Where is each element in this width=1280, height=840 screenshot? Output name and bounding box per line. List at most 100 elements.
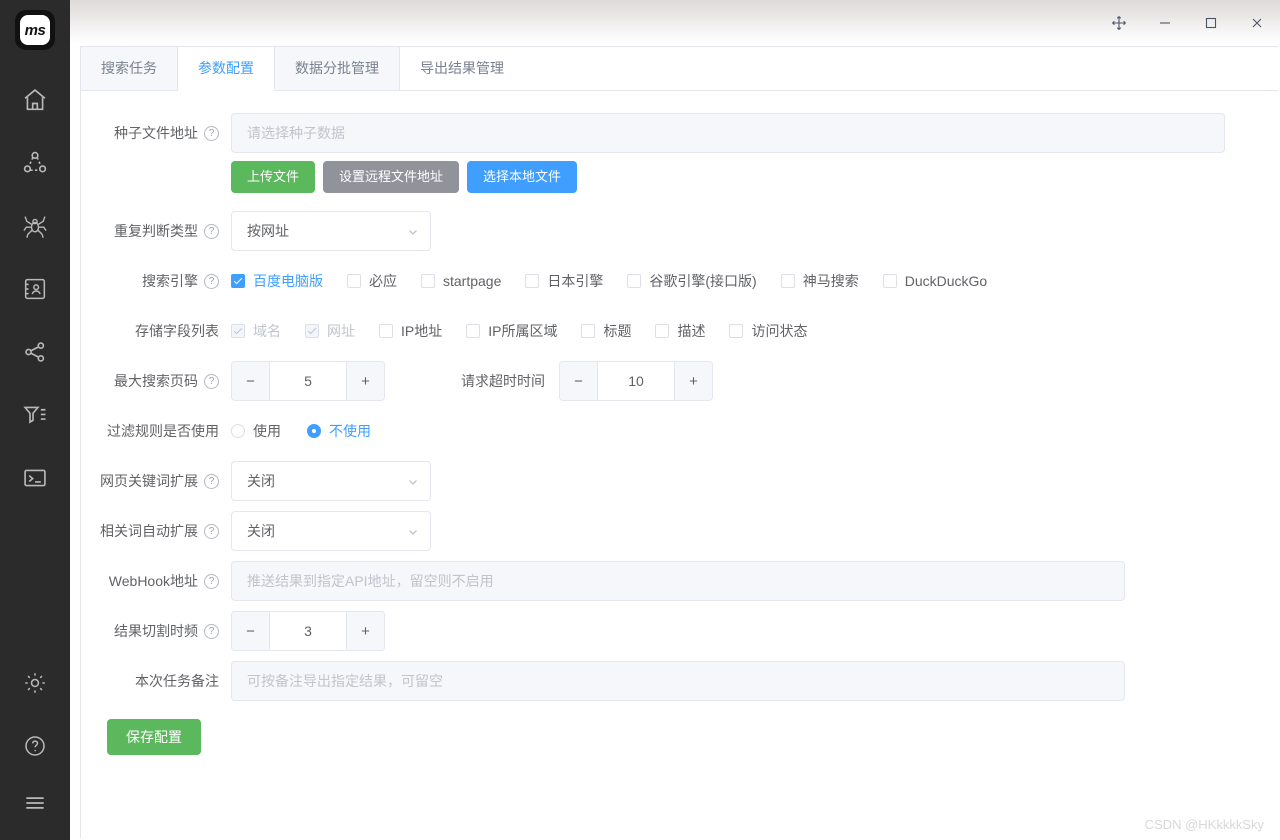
share-nodes-icon <box>21 149 49 177</box>
app-logo-text: ms <box>20 15 50 45</box>
tab-search-task[interactable]: 搜索任务 <box>81 47 178 91</box>
window-maximize-button[interactable] <box>1188 0 1234 45</box>
window-move-button[interactable] <box>1096 0 1142 45</box>
sidebar-item-contacts[interactable] <box>0 257 70 320</box>
max-page-stepper[interactable]: − 5 + <box>231 361 385 401</box>
contact-card-icon <box>21 275 49 303</box>
timeout-value[interactable]: 10 <box>598 362 674 400</box>
label-dedup-type: 重复判断类型 ? <box>81 211 231 251</box>
sidebar-item-share[interactable] <box>0 320 70 383</box>
help-icon-search-engines[interactable]: ? <box>204 273 219 289</box>
gear-icon <box>22 670 48 696</box>
checkbox-field-description[interactable]: 描述 <box>655 321 705 341</box>
checkbox-box <box>421 274 435 288</box>
window-titlebar <box>70 0 1280 45</box>
max-page-increment-button[interactable]: + <box>346 362 384 400</box>
label-filter-rule: 过滤规则是否使用 <box>107 423 219 439</box>
max-page-decrement-button[interactable]: − <box>232 362 270 400</box>
tab-param-config[interactable]: 参数配置 <box>178 47 275 91</box>
label-webhook: WebHook地址 ? <box>81 561 231 601</box>
sidebar-item-settings[interactable] <box>0 651 70 714</box>
timeout-stepper[interactable]: − 10 + <box>559 361 713 401</box>
timeout-decrement-button[interactable]: − <box>560 362 598 400</box>
checkbox-box <box>231 324 245 338</box>
sidebar-item-help[interactable] <box>0 714 70 777</box>
sidebar-item-terminal[interactable] <box>0 446 70 509</box>
form-row-dedup-type: 重复判断类型 ? 按网址 <box>81 211 1278 251</box>
spider-icon <box>21 212 49 240</box>
help-icon-seed-file[interactable]: ? <box>204 125 219 141</box>
seed-file-input[interactable]: 请选择种子数据 <box>231 113 1225 153</box>
sidebar-item-filter[interactable] <box>0 383 70 446</box>
filter-rule-radio-group: 使用 不使用 <box>231 411 1278 451</box>
radio-filter-disabled[interactable]: 不使用 <box>307 421 371 441</box>
checkbox-engine-japan[interactable]: 日本引擎 <box>525 271 603 291</box>
max-page-value[interactable]: 5 <box>270 362 346 400</box>
help-icon-webhook[interactable]: ? <box>204 573 219 589</box>
split-freq-increment-button[interactable]: + <box>346 612 384 650</box>
related-expand-select[interactable]: 关闭 <box>231 511 431 551</box>
checkbox-engine-google-api[interactable]: 谷歌引擎(接口版) <box>627 271 757 291</box>
checkbox-engine-shenma[interactable]: 神马搜索 <box>780 271 859 291</box>
label-max-page: 最大搜索页码 ? <box>81 361 231 401</box>
home-icon <box>21 86 49 114</box>
help-icon-related-expand[interactable]: ? <box>204 523 219 539</box>
upload-file-button[interactable]: 上传文件 <box>231 161 316 193</box>
related-expand-value: 关闭 <box>247 523 275 539</box>
split-freq-decrement-button[interactable]: − <box>232 612 270 650</box>
checkbox-box <box>780 274 795 288</box>
maximize-icon <box>1204 16 1218 30</box>
checkbox-box <box>305 324 319 338</box>
split-freq-stepper[interactable]: − 3 + <box>231 611 385 651</box>
label-related-expand: 相关词自动扩展 ? <box>81 511 231 551</box>
set-remote-file-button[interactable]: 设置远程文件地址 <box>323 161 460 193</box>
tab-export-management[interactable]: 导出结果管理 <box>400 47 524 91</box>
checkbox-field-title[interactable]: 标题 <box>581 321 631 341</box>
tab-batch-management[interactable]: 数据分批管理 <box>275 47 400 91</box>
checkbox-field-ip[interactable]: IP地址 <box>379 321 442 341</box>
dedup-type-select[interactable]: 按网址 <box>231 211 431 251</box>
checkbox-box <box>466 324 481 338</box>
radio-dot <box>307 424 321 438</box>
filter-icon <box>21 401 49 429</box>
form-row-webhook: WebHook地址 ? 推送结果到指定API地址，留空则不启用 <box>81 561 1278 601</box>
sidebar-item-menu[interactable] <box>0 777 70 840</box>
checkbox-box <box>655 324 670 338</box>
radio-filter-enabled[interactable]: 使用 <box>231 421 281 441</box>
help-icon-keyword-expand[interactable]: ? <box>204 473 219 489</box>
field-max-page: − 5 + 请求超时时间 − 10 + <box>231 361 1278 401</box>
left-sidebar: ms <box>0 0 70 840</box>
sidebar-item-home[interactable] <box>0 68 70 131</box>
help-icon-split-freq[interactable]: ? <box>204 623 219 639</box>
webhook-input[interactable]: 推送结果到指定API地址，留空则不启用 <box>231 561 1125 601</box>
field-dedup-type: 按网址 <box>231 211 1278 251</box>
split-freq-value[interactable]: 3 <box>270 612 346 650</box>
sidebar-item-nodes[interactable] <box>0 131 70 194</box>
sidebar-item-spider[interactable] <box>0 194 70 257</box>
window-minimize-button[interactable] <box>1142 0 1188 45</box>
checkbox-engine-startpage[interactable]: startpage <box>421 273 501 289</box>
save-config-button[interactable]: 保存配置 <box>107 719 201 755</box>
timeout-increment-button[interactable]: + <box>674 362 712 400</box>
form-row-seed-file: 种子文件地址 ? 请选择种子数据 上传文件 设置远程文件地址 选择本地文件 <box>81 113 1278 193</box>
checkbox-engine-duckduckgo[interactable]: DuckDuckGo <box>882 273 987 289</box>
checkbox-field-ip-region[interactable]: IP所属区域 <box>466 321 557 341</box>
remark-input[interactable]: 可按备注导出指定结果，可留空 <box>231 661 1125 701</box>
help-icon-max-page[interactable]: ? <box>204 373 219 389</box>
label-keyword-expand: 网页关键词扩展 ? <box>81 461 231 501</box>
search-engine-checkbox-group: 百度电脑版 必应 startpage 日本引擎 谷歌引擎(接口版) 神马搜索 D… <box>231 261 1278 301</box>
checkbox-field-url: 网址 <box>305 321 355 341</box>
checkbox-field-domain: 域名 <box>231 321 281 341</box>
form-row-save: 保存配置 <box>81 719 1278 755</box>
keyword-expand-value: 关闭 <box>247 473 275 489</box>
checkbox-field-visit-status[interactable]: 访问状态 <box>729 321 807 341</box>
checkbox-engine-baidu[interactable]: 百度电脑版 <box>231 271 323 291</box>
checkbox-engine-bing[interactable]: 必应 <box>347 271 397 291</box>
keyword-expand-select[interactable]: 关闭 <box>231 461 431 501</box>
window-close-button[interactable] <box>1234 0 1280 45</box>
choose-local-file-button[interactable]: 选择本地文件 <box>467 161 578 193</box>
field-split-freq: − 3 + <box>231 611 1278 651</box>
dedup-type-value: 按网址 <box>247 223 289 239</box>
help-icon-dedup-type[interactable]: ? <box>204 223 219 239</box>
form-row-filter-rule: 过滤规则是否使用 使用 不使用 <box>81 411 1278 451</box>
